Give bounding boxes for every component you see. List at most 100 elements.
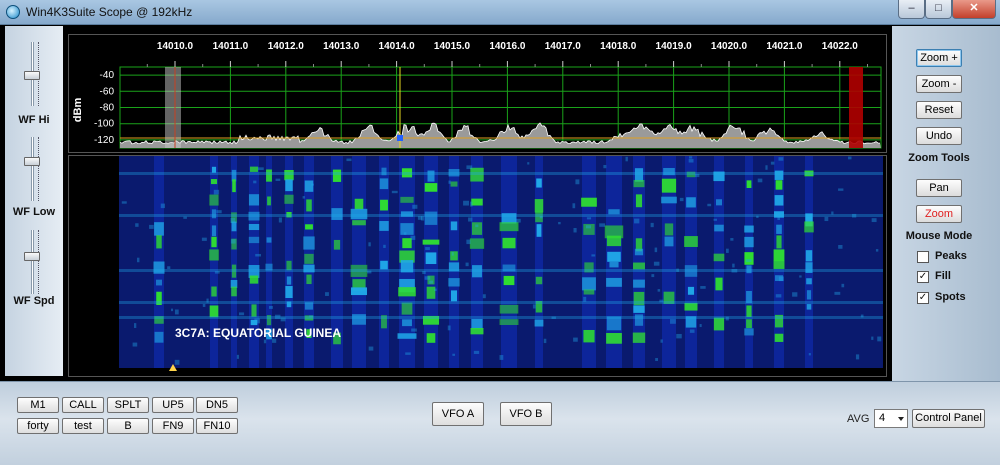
window-title: Win4K3Suite Scope @ 192kHz	[26, 5, 193, 19]
waterfall-signal-blob	[534, 199, 544, 213]
macro-button-splt[interactable]: SPLT	[107, 397, 149, 413]
waterfall-speckle	[424, 276, 431, 280]
waterfall-signal-blob	[424, 211, 438, 225]
peaks-label: Peaks	[935, 250, 967, 262]
macro-button-fn9[interactable]: FN9	[152, 418, 194, 434]
waterfall-sliders-panel: WF Hi WF Low WF Spd	[5, 26, 63, 376]
waterfall-speckle	[655, 358, 659, 361]
waterfall-signal-blob	[450, 251, 458, 261]
waterfall-signal-blob	[776, 224, 782, 234]
macro-button-fn10[interactable]: FN10	[196, 418, 238, 434]
wf-low-thumb[interactable]	[24, 157, 40, 166]
macro-button-forty[interactable]: forty	[17, 418, 59, 434]
wf-hi-thumb[interactable]	[24, 71, 40, 80]
fill-checkbox[interactable]: ✓	[917, 271, 929, 283]
waterfall-signal-blob	[609, 261, 619, 268]
wf-spd-thumb[interactable]	[24, 252, 40, 261]
waterfall-signal-blob	[450, 221, 458, 231]
macro-button-b[interactable]: B	[107, 418, 149, 434]
waterfall-signal-blob	[635, 194, 643, 208]
macro-button-up5[interactable]: UP5	[152, 397, 194, 413]
waterfall-speckle	[368, 346, 374, 351]
waterfall-signal-blob	[583, 329, 595, 343]
waterfall-speckle	[775, 294, 782, 298]
waterfall-signal-blob	[156, 235, 162, 249]
vfo-a-button[interactable]: VFO A	[432, 402, 484, 426]
waterfall-signal-blob	[402, 319, 412, 327]
close-button[interactable]: ✕	[952, 0, 996, 19]
waterfall-signal-blob	[448, 278, 460, 287]
waterfall-speckle	[778, 157, 784, 161]
macro-button-m1[interactable]: M1	[17, 397, 59, 413]
waterfall-speckle	[473, 350, 480, 354]
waterfall-speckle	[732, 263, 735, 268]
waterfall-speckle	[451, 252, 454, 256]
waterfall-speckle	[699, 324, 702, 328]
title-bar[interactable]: Win4K3Suite Scope @ 192kHz – □ ✕	[0, 0, 1000, 25]
dx-spot-label[interactable]: 3C7A: EQUATORIAL GUINEA	[175, 326, 341, 340]
waterfall-speckle	[468, 217, 473, 222]
waterfall-speckle	[770, 161, 775, 165]
waterfall-signal-blob	[248, 236, 260, 244]
waterfall-speckle	[808, 353, 811, 356]
waterfall-signal-blob	[284, 194, 294, 204]
waterfall-signal-blob	[398, 287, 416, 297]
waterfall-speckle	[654, 247, 658, 253]
waterfall-speckle	[135, 223, 139, 227]
waterfall-signal-blob	[211, 286, 217, 297]
vfo-b-button[interactable]: VFO B	[500, 402, 552, 426]
waterfall-display[interactable]: 3C7A: EQUATORIAL GUINEA	[68, 155, 887, 377]
wf-spd-slider[interactable]	[31, 230, 34, 294]
control-panel-button[interactable]: Control Panel	[912, 409, 985, 428]
waterfall-speckle	[411, 328, 417, 332]
waterfall-signal-blob	[746, 319, 752, 329]
chevron-down-icon[interactable]	[898, 417, 904, 421]
waterfall-signal-blob	[684, 236, 698, 247]
undo-button[interactable]: Undo	[916, 127, 962, 145]
freq-tick-label: 14012.0	[268, 41, 305, 52]
waterfall-speckle	[777, 215, 781, 221]
waterfall-signal-trail	[535, 156, 543, 368]
waterfall-speckle	[852, 213, 857, 218]
macro-button-test[interactable]: test	[62, 418, 104, 434]
waterfall-signal-blob	[379, 178, 389, 190]
macro-button-call[interactable]: CALL	[62, 397, 104, 413]
waterfall-signal-blob	[402, 238, 412, 249]
pan-mode-button[interactable]: Pan	[916, 179, 962, 197]
waterfall-speckle	[799, 275, 802, 278]
waterfall-speckle	[465, 262, 469, 267]
avg-select[interactable]: 4	[874, 409, 908, 428]
waterfall-speckle	[676, 268, 679, 272]
waterfall-signal-blob	[401, 302, 413, 315]
zoom-out-button[interactable]: Zoom -	[916, 75, 962, 93]
waterfall-speckle	[848, 156, 852, 160]
waterfall-speckle	[730, 238, 734, 241]
waterfall-speckle	[871, 336, 874, 340]
spectrum-display[interactable]: 14010.0 14011.0 14012.0 14013.0 14014.0 14015…	[68, 34, 887, 153]
waterfall-signal-blob	[209, 305, 219, 318]
spots-checkbox[interactable]: ✓	[917, 292, 929, 304]
waterfall-signal-blob	[606, 235, 622, 247]
waterfall-signal-blob	[425, 252, 437, 265]
waterfall-signal-trail	[685, 156, 697, 368]
waterfall-signal-blob	[715, 199, 723, 206]
peaks-checkbox[interactable]	[917, 251, 929, 263]
maximize-button[interactable]: □	[925, 0, 952, 19]
waterfall-signal-blob	[231, 221, 237, 232]
waterfall-signal-blob	[606, 333, 622, 344]
waterfall-signal-blob	[422, 239, 440, 245]
zoom-mode-button[interactable]: Zoom	[916, 205, 962, 223]
waterfall-speckle	[707, 203, 712, 207]
waterfall-signal-blob	[806, 304, 812, 310]
minimize-button[interactable]: –	[898, 0, 925, 19]
zoom-in-button[interactable]: Zoom +	[916, 49, 962, 67]
wf-low-slider[interactable]	[31, 137, 34, 201]
reset-button[interactable]: Reset	[916, 101, 962, 119]
waterfall-signal-blob	[536, 178, 542, 188]
waterfall-signal-blob	[535, 276, 543, 285]
macro-button-dn5[interactable]: DN5	[196, 397, 238, 413]
waterfall-signal-blob	[661, 178, 677, 193]
waterfall-speckle	[831, 211, 834, 215]
waterfall-speckle	[463, 200, 469, 206]
waterfall-signal-blob	[231, 286, 237, 297]
